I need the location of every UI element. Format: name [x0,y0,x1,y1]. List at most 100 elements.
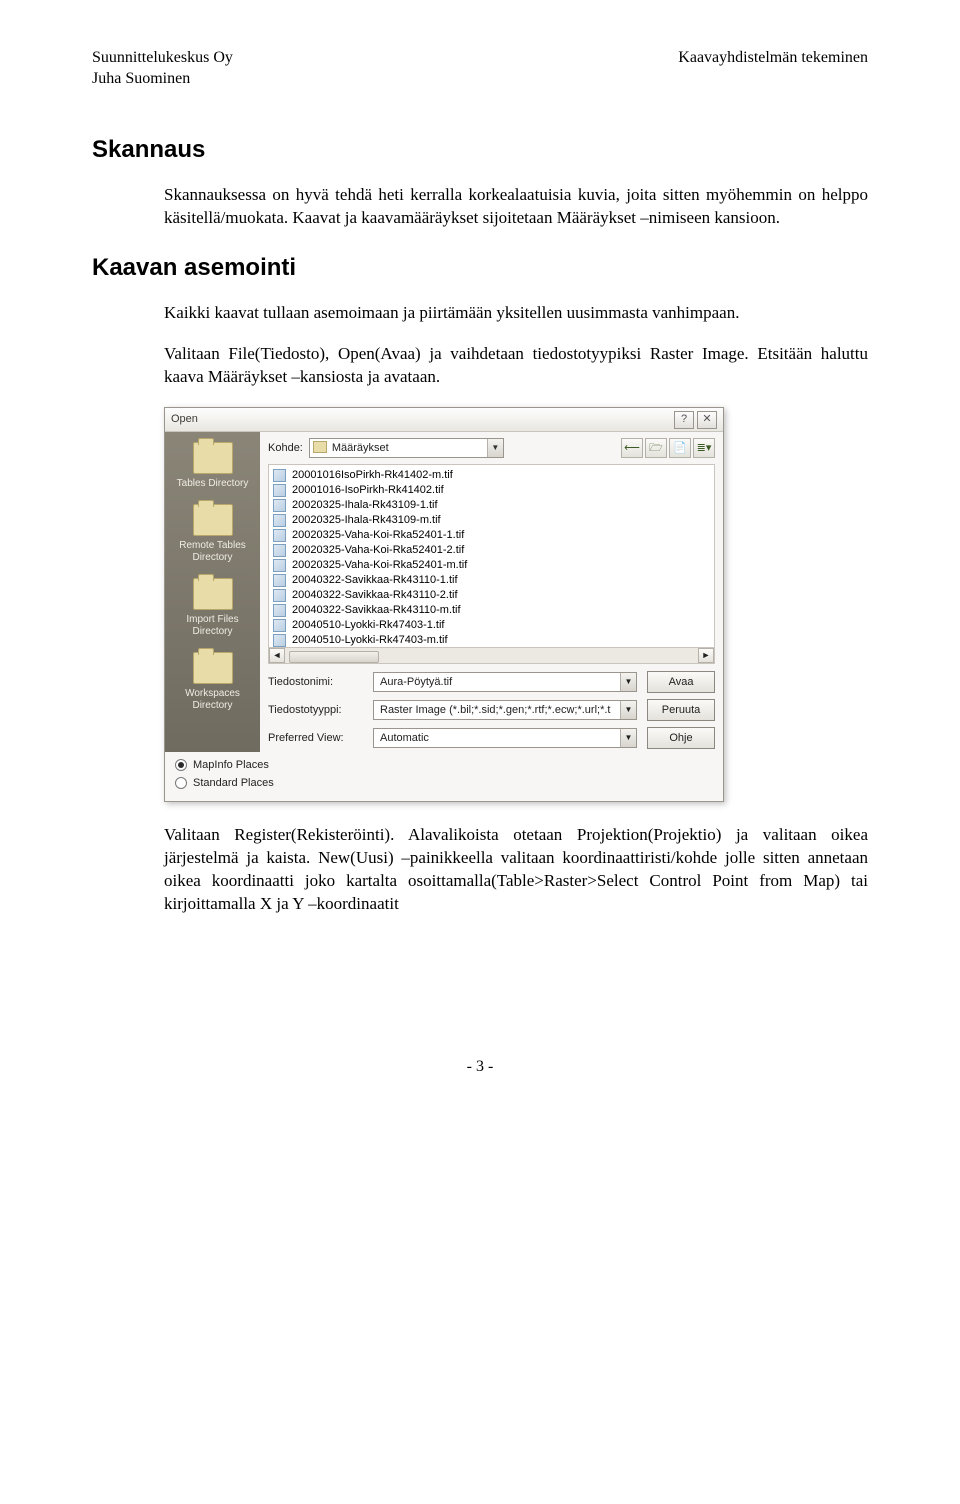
preferredview-row: Preferred View: Automatic ▼ Ohje [260,724,723,752]
sidebar-item-label: Tables Directory [173,478,253,490]
close-icon: ✕ [702,412,711,427]
sidebar-item-label: Remote Tables Directory [173,540,253,564]
section-asemointi-title: Kaavan asemointi [92,252,868,284]
list-item[interactable]: 20020325-Ihala-Rk43109-m.tif [273,513,710,528]
horizontal-scrollbar[interactable]: ◄ ► [269,647,714,663]
dialog-toolbar: Kohde: Määräykset ▼ ⟵ 🗁 📄 ≣▾ [260,432,723,462]
help-button[interactable]: ? [674,411,694,429]
header-company: Suunnittelukeskus Oy [92,48,233,69]
chevron-down-icon: ▼ [620,701,636,719]
sidebar-item-label: Import Files Directory [173,614,253,638]
section-asemointi-para3: Valitaan Register(Rekisteröinti). Alaval… [164,824,868,916]
open-button[interactable]: Avaa [647,671,715,693]
file-name: 20040510-Lyokki-Rk47403-1.tif [292,618,444,633]
page-number: - 3 - [92,1056,868,1078]
list-item[interactable]: 20040322-Savikkaa-Rk43110-m.tif [273,603,710,618]
file-icon [273,604,286,617]
kohde-value: Määräykset [332,441,389,456]
header-doc-title: Kaavayhdistelmän tekeminen [678,48,868,69]
radio-selected-icon [175,759,187,771]
file-icon [273,589,286,602]
folder-icon [193,442,233,474]
list-item[interactable]: 20001016-IsoPirkh-Rk41402.tif [273,483,710,498]
filename-row: Tiedostonimi: Aura-Pöytyä.tif ▼ Avaa [260,668,723,696]
file-name: 20040322-Savikkaa-Rk43110-m.tif [292,603,461,618]
filetype-combo[interactable]: Raster Image (*.bil;*.sid;*.gen;*.rtf;*.… [373,700,637,720]
open-dialog: Open ? ✕ Tables Directory Remote Tables … [164,407,724,802]
scroll-thumb[interactable] [289,651,379,663]
radio-unselected-icon [175,777,187,789]
section-skannaus-para: Skannauksessa on hyvä tehdä heti kerrall… [164,184,868,230]
sidebar-item-import-files[interactable]: Import Files Directory [173,578,253,638]
sidebar-item-workspaces[interactable]: Workspaces Directory [173,652,253,712]
chevron-down-icon: ▼ [487,439,503,457]
radio-label: MapInfo Places [193,758,269,773]
file-name: 20020325-Ihala-Rk43109-m.tif [292,513,441,528]
file-name: 20020325-Vaha-Koi-Rka52401-1.tif [292,528,464,543]
radio-mapinfo-places[interactable]: MapInfo Places [175,758,713,773]
new-folder-button[interactable]: 📄 [669,438,691,458]
filetype-label: Tiedostotyyppi: [268,703,363,718]
file-name: 20020325-Ihala-Rk43109-1.tif [292,498,438,513]
chevron-down-icon: ▼ [620,729,636,747]
help-button[interactable]: Ohje [647,727,715,749]
back-icon: ⟵ [624,441,640,456]
kohde-label: Kohde: [268,441,303,456]
preferredview-combo[interactable]: Automatic ▼ [373,728,637,748]
file-name: 20001016IsoPirkh-Rk41402-m.tif [292,468,453,483]
file-name: 20040322-Savikkaa-Rk43110-2.tif [292,588,458,603]
header-left: Suunnittelukeskus Oy Juha Suominen [92,48,233,90]
file-icon [273,499,286,512]
radio-standard-places[interactable]: Standard Places [175,776,713,791]
sidebar-item-tables[interactable]: Tables Directory [173,442,253,490]
scroll-left-button[interactable]: ◄ [269,648,285,663]
open-button-label: Avaa [669,675,694,690]
sidebar-item-label: Workspaces Directory [173,688,253,712]
sidebar-item-remote-tables[interactable]: Remote Tables Directory [173,504,253,564]
file-icon [273,634,286,647]
filename-label: Tiedostonimi: [268,675,363,690]
kohde-combo[interactable]: Määräykset ▼ [309,438,504,458]
file-icon [273,529,286,542]
list-item[interactable]: 20040322-Savikkaa-Rk43110-1.tif [273,573,710,588]
places-radio-group: MapInfo Places Standard Places [165,752,723,801]
section-skannaus-title: Skannaus [92,134,868,166]
file-list[interactable]: 20001016IsoPirkh-Rk41402-m.tif 20001016-… [268,464,715,664]
list-item[interactable]: 20001016IsoPirkh-Rk41402-m.tif [273,468,710,483]
filetype-row: Tiedostotyyppi: Raster Image (*.bil;*.si… [260,696,723,724]
dialog-titlebar: Open ? ✕ [165,408,723,432]
list-item[interactable]: 20040510-Lyokki-Rk47403-1.tif [273,618,710,633]
filetype-value: Raster Image (*.bil;*.sid;*.gen;*.rtf;*.… [380,703,610,718]
list-item[interactable]: 20020325-Vaha-Koi-Rka52401-2.tif [273,543,710,558]
up-folder-button[interactable]: 🗁 [645,438,667,458]
titlebar-buttons: ? ✕ [674,411,717,429]
section-asemointi-para2: Valitaan File(Tiedosto), Open(Avaa) ja v… [164,343,868,389]
view-menu-icon: ≣▾ [697,441,712,456]
help-icon: ? [681,412,687,427]
cancel-button[interactable]: Peruuta [647,699,715,721]
open-dialog-screenshot: Open ? ✕ Tables Directory Remote Tables … [164,407,868,802]
file-icon [273,619,286,632]
view-menu-button[interactable]: ≣▾ [693,438,715,458]
list-item[interactable]: 20020325-Vaha-Koi-Rka52401-1.tif [273,528,710,543]
list-item[interactable]: 20020325-Vaha-Koi-Rka52401-m.tif [273,558,710,573]
header-author: Juha Suominen [92,69,233,90]
help-button-label: Ohje [669,731,692,746]
list-item[interactable]: 20020325-Ihala-Rk43109-1.tif [273,498,710,513]
file-name: 20040510-Lyokki-Rk47403-m.tif [292,633,448,648]
file-icon [273,544,286,557]
preferredview-label: Preferred View: [268,731,363,746]
list-item[interactable]: 20040322-Savikkaa-Rk43110-2.tif [273,588,710,603]
section-asemointi-para1: Kaikki kaavat tullaan asemoimaan ja piir… [164,302,868,325]
dialog-body: Tables Directory Remote Tables Directory… [165,432,723,752]
filename-input[interactable]: Aura-Pöytyä.tif ▼ [373,672,637,692]
file-icon [273,469,286,482]
cancel-button-label: Peruuta [662,703,701,718]
new-folder-icon: 📄 [673,441,687,456]
scroll-right-button[interactable]: ► [698,648,714,663]
file-icon [273,574,286,587]
file-name: 20001016-IsoPirkh-Rk41402.tif [292,483,444,498]
back-button[interactable]: ⟵ [621,438,643,458]
close-button[interactable]: ✕ [697,411,717,429]
list-item[interactable]: 20040510-Lyokki-Rk47403-m.tif [273,633,710,648]
